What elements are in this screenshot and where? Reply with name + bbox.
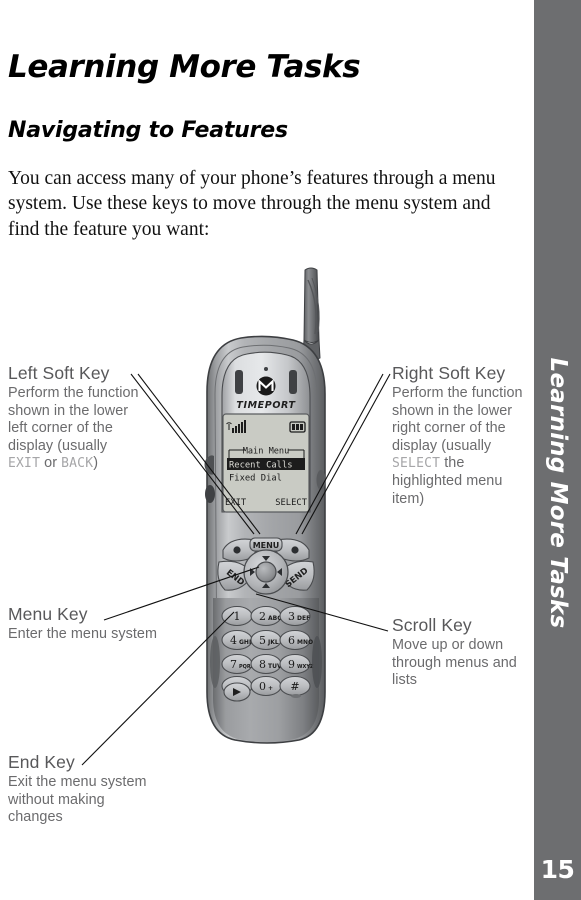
annotation-end-key-title: End Key: [8, 752, 75, 772]
annotation-end-key-body: Exit the menu system without making chan…: [8, 774, 147, 826]
annotation-keyword-select: SELECT: [392, 456, 441, 472]
annotation-scroll-key-body: Move up or down through menus and lists: [392, 637, 517, 689]
keypad-letters: MNO: [297, 639, 313, 646]
keypad-digit: 5: [259, 634, 266, 647]
display-list-item-fixed-dial: Fixed Dial: [229, 474, 282, 484]
annotation-left-soft-key-body-middle: or: [40, 455, 62, 472]
annotation-left-soft-key-body: Perform the function shown in the lower …: [8, 385, 143, 473]
phone-model-label: TIMEPORT: [236, 400, 296, 411]
keypad-key-5[interactable]: 5 JKL: [250, 629, 282, 651]
annotation-keyword-back: BACK: [61, 456, 94, 472]
keypad-digit: #: [290, 680, 299, 693]
display-list-item-recent-calls: Recent Calls: [229, 461, 293, 471]
document-page: Learning More Tasks Navigating to Featur…: [0, 0, 581, 900]
keypad-letters: DEF: [297, 615, 310, 622]
grip-right: [312, 636, 322, 688]
keypad-letters: GHI: [239, 639, 251, 646]
annotation-left-soft-key: Left Soft Key Perform the function shown…: [8, 363, 143, 473]
scroll-key[interactable]: [243, 549, 289, 595]
smart-button-side: [205, 485, 215, 503]
keypad-digit: 2: [259, 610, 266, 623]
annotation-left-soft-key-body-after: ): [93, 455, 99, 472]
keypad-letters: WXYZ: [297, 664, 314, 670]
keypad-digit: 4: [230, 634, 237, 647]
annotation-left-soft-key-title: Left Soft Key: [8, 363, 110, 383]
keypad-key-1[interactable]: 1: [221, 605, 253, 627]
right-soft-key-dot: [291, 546, 299, 554]
annotation-menu-key: Menu Key Enter the menu system: [8, 604, 158, 644]
keypad-key-3[interactable]: 3 DEF: [279, 605, 311, 627]
motorola-logo-icon: [256, 376, 276, 396]
annotation-menu-key-title: Menu Key: [8, 604, 88, 624]
annotation-right-soft-key-title: Right Soft Key: [392, 363, 506, 383]
keypad-digit: 3: [288, 610, 295, 623]
earpiece-slot-left: [235, 370, 243, 394]
keypad-digit: 1: [234, 610, 241, 623]
chapter-side-tab: Learning More Tasks 15: [534, 0, 581, 900]
keypad-key-8[interactable]: 8 TUV: [250, 653, 282, 675]
annotation-keyword-exit: EXIT: [8, 456, 41, 472]
annotation-right-soft-key-body-before: Perform the function shown in the lower …: [392, 385, 523, 454]
annotation-scroll-key-title: Scroll Key: [392, 615, 472, 635]
left-soft-key-dot: [233, 546, 241, 554]
keypad-key-hash[interactable]: #: [279, 675, 311, 697]
keypad-digit: 6: [288, 634, 295, 647]
keypad-key-2[interactable]: 2 ABC: [250, 605, 282, 627]
keypad-key-4[interactable]: 4 GHI: [221, 629, 253, 651]
chapter-side-tab-label: Learning More Tasks: [544, 357, 571, 629]
intro-paragraph: You can access many of your phone’s feat…: [8, 167, 496, 240]
annotation-scroll-key: Scroll Key Move up or down through menus…: [392, 615, 532, 690]
display-left-softkey-label: EXIT: [225, 498, 247, 508]
menu-key-label: MENU: [253, 541, 280, 550]
page-title: Learning More Tasks: [8, 48, 361, 85]
keypad-letters: JKL: [267, 639, 279, 646]
voice-key[interactable]: [223, 682, 251, 702]
indicator-led: [264, 367, 268, 371]
phone-illustration: TIMEPORT Main Menu Recent Calls Fixed Di…: [204, 267, 326, 744]
menu-key[interactable]: MENU: [249, 537, 283, 552]
page-content: Learning More Tasks Navigating to Featur…: [4, 0, 529, 900]
phone-display: Main Menu Recent Calls Fixed Dial EXIT S…: [222, 413, 310, 513]
keypad-digit: 7: [230, 658, 237, 671]
page-number: 15: [540, 855, 575, 884]
annotation-right-soft-key: Right Soft Key Perform the function show…: [392, 363, 532, 508]
keypad-digit: 8: [259, 658, 266, 671]
annotation-menu-key-body: Enter the menu system: [8, 626, 158, 642]
volume-button-side: [204, 455, 214, 475]
annotation-end-key: End Key Exit the menu system without mak…: [8, 752, 163, 827]
section-heading: Navigating to Features: [8, 118, 288, 144]
annotation-right-soft-key-body: Perform the function shown in the lower …: [392, 385, 532, 508]
display-right-softkey-label: SELECT: [275, 498, 307, 508]
keypad-key-0[interactable]: 0 +: [250, 675, 282, 697]
side-button-right: [316, 470, 326, 490]
keypad-digit: 0: [259, 680, 266, 693]
earpiece-slot-right: [289, 370, 297, 394]
display-menu-title: Main Menu: [243, 447, 290, 457]
keypad-letters: +: [268, 685, 273, 692]
keypad-digit: 9: [288, 658, 295, 671]
grip-left: [210, 636, 220, 688]
microphone-port: [291, 694, 301, 698]
annotation-left-soft-key-body-before: Perform the function shown in the lower …: [8, 385, 139, 454]
